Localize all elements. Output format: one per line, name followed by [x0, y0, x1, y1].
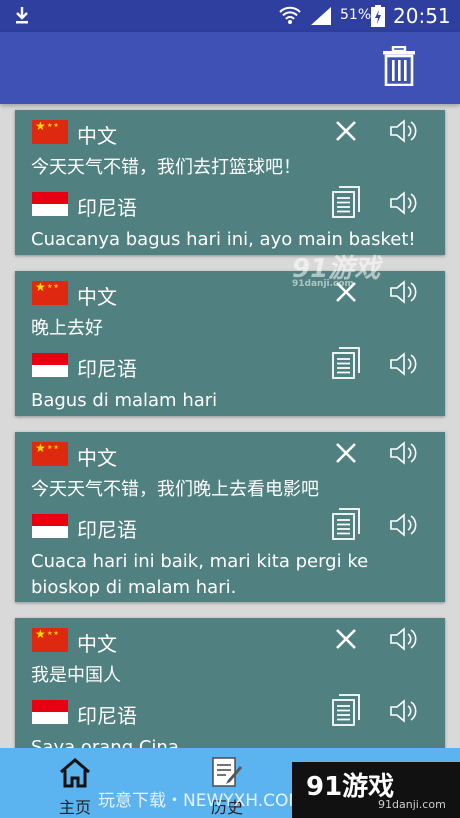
translated-text[interactable]: Bagus di malam hari	[31, 388, 421, 414]
target-language-label: 印尼语	[77, 518, 137, 542]
source-language-label: 中文	[77, 632, 117, 656]
list-item: 中文 今天天气不错，我们去打篮球吧！ 印尼语 Cuacanya bagus ha…	[15, 110, 445, 255]
download-icon	[14, 6, 30, 28]
speaker-icon[interactable]	[389, 626, 419, 656]
battery-percent: 51%	[340, 7, 372, 23]
source-language-label: 中文	[77, 285, 117, 309]
speaker-icon[interactable]	[389, 118, 419, 148]
close-icon[interactable]	[335, 628, 357, 654]
target-language-label: 印尼语	[77, 704, 137, 728]
china-flag-icon	[32, 280, 68, 305]
list-item: 中文 晚上去好 印尼语 Bagus di malam hari	[15, 271, 445, 416]
list-item: 中文 今天天气不错，我们晚上去看电影吧 印尼语 Cuaca hari ini b…	[15, 432, 445, 602]
indonesia-flag-icon	[32, 353, 68, 377]
watermark-logo: 91游戏 91danji.com	[292, 248, 380, 289]
status-bar: 51% 20:51	[0, 0, 460, 32]
speaker-icon[interactable]	[389, 512, 419, 542]
copy-icon[interactable]	[331, 694, 361, 730]
speaker-icon[interactable]	[389, 698, 419, 728]
translated-text[interactable]: Cuaca hari ini baik, mari kita pergi ke …	[31, 549, 411, 601]
close-icon[interactable]	[335, 442, 357, 468]
app-bar	[0, 32, 460, 104]
nav-home[interactable]: 主页	[58, 758, 92, 818]
nav-home-label: 主页	[58, 798, 91, 817]
speaker-icon[interactable]	[389, 279, 419, 309]
china-flag-icon	[32, 441, 68, 466]
copy-icon[interactable]	[331, 508, 361, 544]
source-text[interactable]: 今天天气不错，我们去打篮球吧！	[31, 155, 421, 181]
wifi-icon	[278, 5, 302, 29]
source-text[interactable]: 晚上去好	[31, 316, 421, 342]
cell-signal-icon	[310, 6, 332, 30]
battery-charging-icon	[371, 5, 385, 31]
clock: 20:51	[393, 4, 451, 28]
trash-icon[interactable]	[382, 45, 416, 90]
source-language-label: 中文	[77, 124, 117, 148]
home-icon	[58, 758, 92, 792]
speaker-icon[interactable]	[389, 351, 419, 381]
source-text[interactable]: 今天天气不错，我们晚上去看电影吧	[31, 477, 421, 503]
source-language-label: 中文	[77, 446, 117, 470]
indonesia-flag-icon	[32, 700, 68, 724]
brand-watermark-url: 91danji.com	[378, 798, 446, 811]
target-language-label: 印尼语	[77, 196, 137, 220]
indonesia-flag-icon	[32, 192, 68, 216]
speaker-icon[interactable]	[389, 190, 419, 220]
source-text[interactable]: 我是中国人	[31, 663, 421, 689]
close-icon[interactable]	[335, 120, 357, 146]
copy-icon[interactable]	[331, 347, 361, 383]
target-language-label: 印尼语	[77, 357, 137, 381]
copy-icon[interactable]	[331, 186, 361, 222]
china-flag-icon	[32, 119, 68, 144]
china-flag-icon	[32, 627, 68, 652]
indonesia-flag-icon	[32, 514, 68, 538]
speaker-icon[interactable]	[389, 440, 419, 470]
